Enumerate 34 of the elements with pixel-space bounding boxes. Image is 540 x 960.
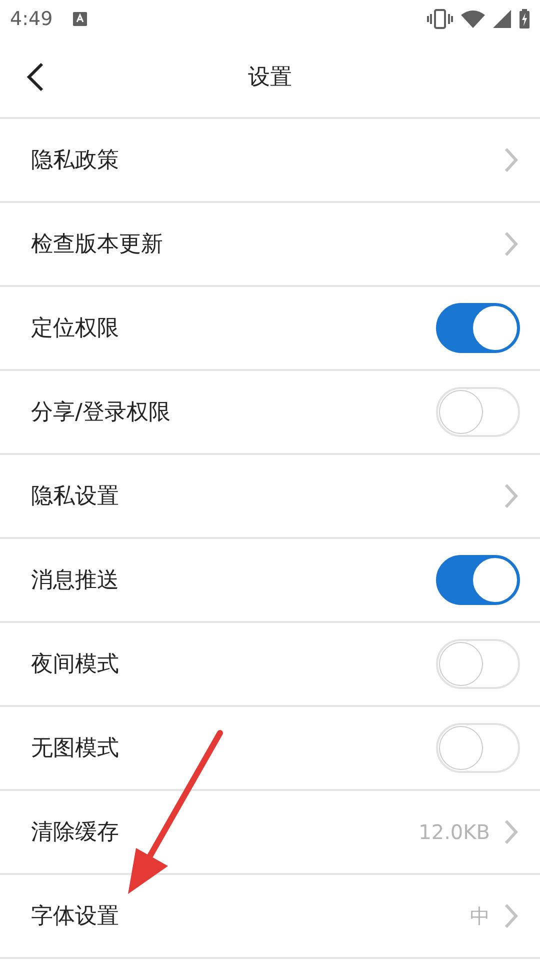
chevron-right-icon bbox=[504, 231, 518, 257]
row-label: 分享/登录权限 bbox=[31, 398, 170, 426]
row-label: 夜间模式 bbox=[31, 650, 119, 678]
row-label: 消息推送 bbox=[31, 566, 119, 594]
settings-row[interactable]: 定位权限 bbox=[0, 287, 540, 371]
settings-row[interactable]: 夜间模式 bbox=[0, 623, 540, 707]
chevron-right-icon bbox=[504, 483, 518, 509]
wifi-icon bbox=[461, 10, 485, 28]
settings-row[interactable]: 检查版本更新 bbox=[0, 203, 540, 287]
toggle-switch[interactable] bbox=[436, 555, 520, 605]
row-value: 中 bbox=[470, 903, 490, 930]
row-label: 隐私政策 bbox=[31, 146, 119, 174]
status-time: 4:49 bbox=[10, 6, 53, 32]
settings-row[interactable]: 消息推送 bbox=[0, 539, 540, 623]
row-value: 12.0KB bbox=[418, 819, 490, 846]
toggle-switch[interactable] bbox=[436, 303, 520, 353]
keyboard-notification-icon bbox=[72, 12, 87, 26]
signal-icon bbox=[493, 10, 511, 28]
page-title: 设置 bbox=[248, 64, 292, 92]
settings-row[interactable]: 分享/登录权限 bbox=[0, 371, 540, 455]
row-label: 清除缓存 bbox=[31, 818, 119, 846]
settings-row[interactable]: 隐私政策 bbox=[0, 119, 540, 203]
row-label: 定位权限 bbox=[31, 314, 119, 342]
vibrate-icon bbox=[427, 9, 453, 29]
row-label: 检查版本更新 bbox=[31, 230, 163, 258]
settings-row[interactable]: 隐私设置 bbox=[0, 455, 540, 539]
settings-row[interactable]: 无图模式 bbox=[0, 707, 540, 791]
chevron-right-icon bbox=[504, 819, 518, 845]
row-label: 隐私设置 bbox=[31, 482, 119, 510]
chevron-right-icon bbox=[504, 147, 518, 173]
chevron-right-icon bbox=[504, 903, 518, 929]
row-label: 无图模式 bbox=[31, 734, 119, 762]
battery-charging-icon bbox=[519, 9, 530, 29]
row-label: 字体设置 bbox=[31, 902, 119, 930]
